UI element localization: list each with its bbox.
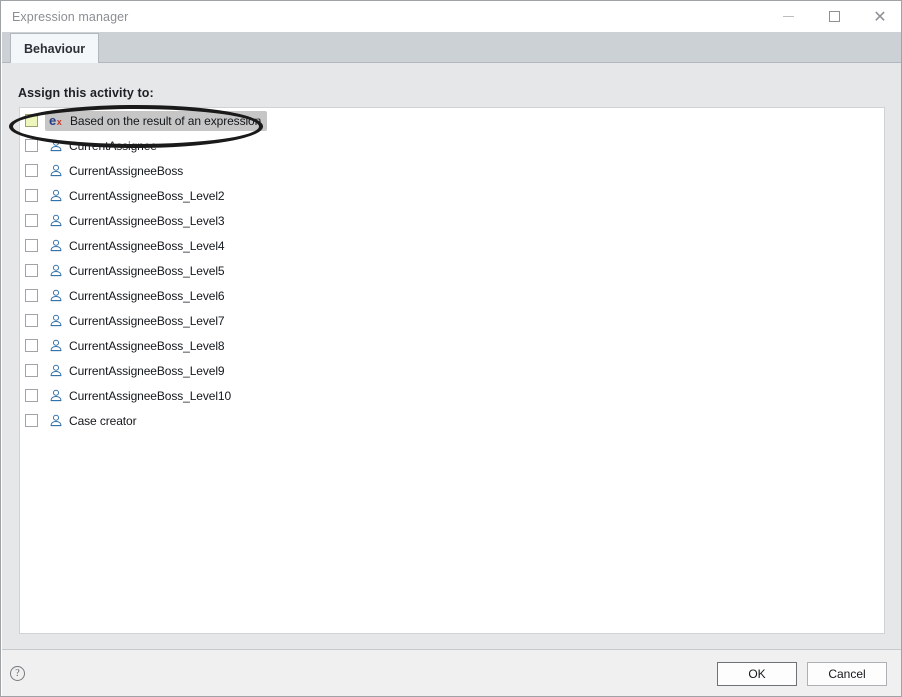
- list-item-label: CurrentAssigneeBoss_Level9: [69, 363, 225, 378]
- list-item[interactable]: CurrentAssignee: [20, 133, 884, 158]
- list-item[interactable]: CurrentAssigneeBoss_Level5: [20, 258, 884, 283]
- list-item-label: CurrentAssigneeBoss_Level3: [69, 213, 225, 228]
- list-item-content[interactable]: CurrentAssigneeBoss_Level10: [45, 386, 237, 406]
- list-item-content[interactable]: CurrentAssigneeBoss_Level5: [45, 261, 231, 281]
- user-icon: [50, 139, 62, 151]
- list-item-checkbox[interactable]: [25, 239, 38, 252]
- list-item-checkbox[interactable]: [25, 339, 38, 352]
- list-item-content[interactable]: CurrentAssigneeBoss_Level4: [45, 236, 231, 256]
- list-item-checkbox[interactable]: [25, 139, 38, 152]
- tab-strip: Behaviour: [2, 32, 901, 63]
- list-item-label: CurrentAssigneeBoss_Level2: [69, 188, 225, 203]
- minimize-icon: [782, 16, 794, 17]
- ok-button-label: OK: [748, 667, 766, 681]
- user-icon: [50, 239, 62, 251]
- title-bar: Expression manager ✕: [1, 1, 901, 32]
- list-item-label: CurrentAssigneeBoss_Level6: [69, 288, 225, 303]
- behaviour-panel: Assign this activity to: e x Based on the …: [2, 63, 901, 649]
- list-item-checkbox[interactable]: [25, 289, 38, 302]
- list-item-label: CurrentAssigneeBoss_Level4: [69, 238, 225, 253]
- list-item-content[interactable]: CurrentAssigneeBoss_Level9: [45, 361, 231, 381]
- list-item[interactable]: e x Based on the result of an expression: [20, 108, 884, 133]
- list-item[interactable]: CurrentAssigneeBoss_Level9: [20, 358, 884, 383]
- user-icon: [50, 289, 62, 301]
- list-item-label: CurrentAssigneeBoss_Level5: [69, 263, 225, 278]
- assignee-list[interactable]: e x Based on the result of an expression Cu…: [19, 107, 885, 634]
- list-item-checkbox[interactable]: [25, 264, 38, 277]
- list-item-checkbox[interactable]: [25, 164, 38, 177]
- list-item-label: CurrentAssigneeBoss_Level7: [69, 313, 225, 328]
- list-item-content[interactable]: CurrentAssigneeBoss_Level7: [45, 311, 231, 331]
- user-icon: [50, 339, 62, 351]
- expression-icon: ex: [49, 112, 62, 128]
- list-item-checkbox[interactable]: [25, 114, 38, 127]
- close-icon: ✕: [873, 6, 887, 26]
- user-icon: [50, 314, 62, 326]
- tab-behaviour-label: Behaviour: [24, 41, 86, 56]
- user-icon: [50, 164, 62, 176]
- list-item-content[interactable]: CurrentAssigneeBoss_Level8: [45, 336, 231, 356]
- list-item-content[interactable]: CurrentAssigneeBoss_Level3: [45, 211, 231, 231]
- list-item-label: CurrentAssignee: [69, 138, 157, 153]
- list-item-content[interactable]: CurrentAssigneeBoss_Level2: [45, 186, 231, 206]
- expression-manager-window: Expression manager ✕ Behaviour Assign th…: [0, 0, 902, 697]
- window-controls: ✕: [765, 1, 901, 32]
- list-item[interactable]: Case creator: [20, 408, 884, 433]
- list-item-label: CurrentAssigneeBoss_Level8: [69, 338, 225, 353]
- list-item-content[interactable]: CurrentAssigneeBoss_Level6: [45, 286, 231, 306]
- cancel-button-label: Cancel: [828, 667, 866, 681]
- user-icon: [50, 214, 62, 226]
- list-item-label: Case creator: [69, 413, 137, 428]
- section-label: Assign this activity to:: [18, 86, 154, 100]
- list-item[interactable]: CurrentAssigneeBoss_Level6: [20, 283, 884, 308]
- user-icon: [50, 189, 62, 201]
- list-item[interactable]: CurrentAssigneeBoss_Level8: [20, 333, 884, 358]
- list-item-checkbox[interactable]: [25, 214, 38, 227]
- list-item-content[interactable]: e x Based on the result of an expression: [45, 110, 268, 131]
- user-icon: [50, 414, 62, 426]
- user-icon: [50, 364, 62, 376]
- ok-button[interactable]: OK: [717, 662, 797, 686]
- list-item-content[interactable]: CurrentAssignee: [45, 136, 163, 156]
- list-item[interactable]: CurrentAssigneeBoss_Level3: [20, 208, 884, 233]
- window-title: Expression manager: [12, 9, 129, 24]
- list-item-content[interactable]: CurrentAssigneeBoss: [45, 161, 189, 181]
- list-item[interactable]: CurrentAssigneeBoss_Level2: [20, 183, 884, 208]
- list-item[interactable]: CurrentAssigneeBoss_Level10: [20, 383, 884, 408]
- list-item-label: CurrentAssigneeBoss_Level10: [69, 388, 232, 403]
- maximize-button[interactable]: [811, 1, 857, 32]
- list-item-label: Based on the result of an expression: [70, 113, 262, 128]
- dialog-footer: ? OK Cancel: [2, 649, 901, 696]
- help-icon[interactable]: ?: [10, 666, 25, 681]
- list-item-checkbox[interactable]: [25, 389, 38, 402]
- list-item[interactable]: CurrentAssigneeBoss_Level7: [20, 308, 884, 333]
- list-item-checkbox[interactable]: [25, 189, 38, 202]
- list-item-checkbox[interactable]: [25, 414, 38, 427]
- user-icon: [50, 264, 62, 276]
- list-item-label: CurrentAssigneeBoss: [69, 163, 184, 178]
- list-item-checkbox[interactable]: [25, 364, 38, 377]
- maximize-icon: [828, 11, 840, 22]
- tab-behaviour[interactable]: Behaviour: [10, 33, 100, 63]
- cancel-button[interactable]: Cancel: [807, 662, 887, 686]
- list-item-content[interactable]: Case creator: [45, 411, 143, 431]
- list-item-checkbox[interactable]: [25, 314, 38, 327]
- close-button[interactable]: ✕: [857, 1, 901, 32]
- minimize-button[interactable]: [765, 1, 811, 32]
- list-item[interactable]: CurrentAssigneeBoss: [20, 158, 884, 183]
- list-item[interactable]: CurrentAssigneeBoss_Level4: [20, 233, 884, 258]
- user-icon: [50, 389, 62, 401]
